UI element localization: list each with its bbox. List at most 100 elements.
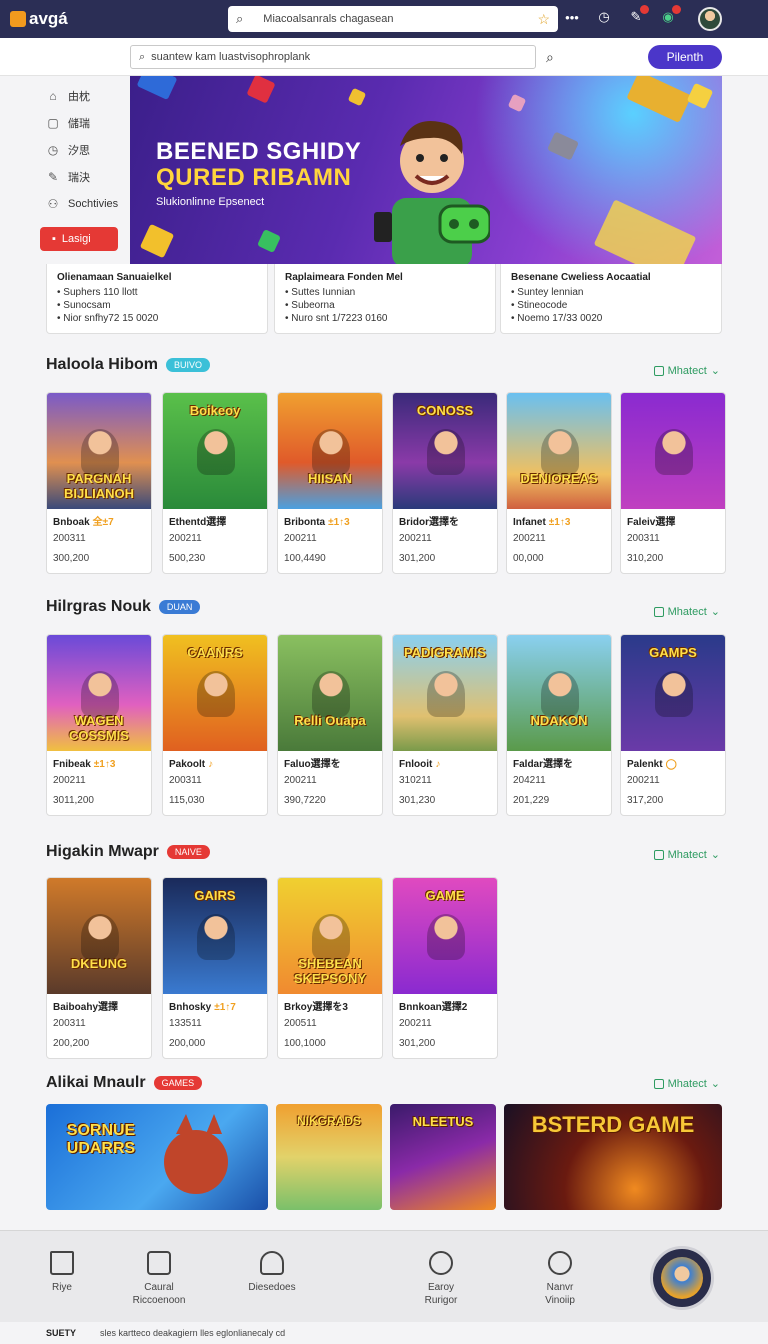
sidebar-item-pen[interactable]: ✎ 瑞決 xyxy=(40,163,124,190)
more-icon[interactable]: ••• xyxy=(562,10,582,25)
floating-profile-avatar[interactable] xyxy=(650,1246,714,1310)
secondary-search-input[interactable]: ⌕ suantew kam luastvisophroplank xyxy=(130,45,536,69)
game-thumbnail[interactable]: PADIGRAMIS xyxy=(393,635,497,751)
game-card[interactable]: Faleiv選擇 200311 310,200 xyxy=(620,392,726,574)
wide-card-title: NIKGRADS xyxy=(296,1114,361,1128)
section-title-text: Haloola Hibom xyxy=(46,356,159,373)
game-card[interactable]: CONOSS Bridor選擇を 200211 301,200 xyxy=(392,392,498,574)
game-meta-line: 133511 xyxy=(169,1018,202,1029)
search-icon: ⌕ xyxy=(139,50,146,63)
game-thumbnail[interactable] xyxy=(621,393,725,509)
game-thumbnail-title: GAIRS xyxy=(194,888,236,903)
game-character-illustration xyxy=(81,914,119,960)
star-icon[interactable]: ☆ xyxy=(537,11,550,28)
sidebar-item-home[interactable]: ⌂ 由枕 xyxy=(40,82,124,109)
hero-banner[interactable]: BEENED SGHIDY QURED RIBAMN Slukionlinne … xyxy=(130,76,722,264)
wide-game-card[interactable]: BSTERD GAME xyxy=(504,1104,722,1210)
section-pill: NAIVE xyxy=(166,845,210,859)
game-card[interactable]: DENIOREAS Infanet ±1↑3 200211 00,000 xyxy=(506,392,612,574)
game-card[interactable]: PARGNAH BIJLIANOH Bnboak 全±7 200311 300,200 xyxy=(46,392,152,574)
section-more-link[interactable]: Mhatect ⌄ xyxy=(653,1077,720,1090)
user-avatar[interactable] xyxy=(698,7,722,31)
wide-game-card[interactable]: NLEETUS xyxy=(390,1104,496,1210)
news-card[interactable]: Olienamaan Sanuaielkel Suphers 110 llott… xyxy=(46,264,268,334)
bottom-nav-trophy[interactable]: Diesedoes xyxy=(244,1251,300,1294)
top-search-input[interactable]: ⌕ Miacoalsanrals chagasean ☆ xyxy=(228,6,558,32)
game-card[interactable]: PADIGRAMIS Fnlooit ♪ 310211 301,230 xyxy=(392,634,498,816)
game-thumbnail[interactable]: Relli Ouapa xyxy=(278,635,382,751)
game-card[interactable]: HIISAN Bribonta ±1↑3 200211 100,4490 xyxy=(277,392,383,574)
section-more-link[interactable]: Mhatect ⌄ xyxy=(653,364,720,377)
clock-icon[interactable]: ◷ xyxy=(594,9,614,25)
game-name: Fnlooit xyxy=(399,759,433,770)
game-thumbnail[interactable]: GAME xyxy=(393,878,497,994)
wide-game-card[interactable]: SORNUE UDARRS xyxy=(46,1104,268,1210)
game-card[interactable]: SHEBEAN SKEPSONY Brkoy選擇を3 200511 100,1000 xyxy=(277,877,383,1059)
house-icon xyxy=(50,1251,74,1275)
section-more-link[interactable]: Mhatect ⌄ xyxy=(653,605,720,618)
sidebar-item-clock[interactable]: ◷ 汐思 xyxy=(40,136,124,163)
section-more-link[interactable]: Mhatect ⌄ xyxy=(653,848,720,861)
bottom-nav-label: Diesedoes xyxy=(248,1282,296,1293)
people-icon: ⚇ xyxy=(47,196,59,211)
app-logo[interactable]: avgá xyxy=(10,9,190,29)
game-tag: ±1↑7 xyxy=(214,1002,236,1013)
section-pill: DUAN xyxy=(158,600,201,614)
game-card[interactable]: GAMPS Palenkt ◯ 200211 317,200 xyxy=(620,634,726,816)
wide-game-card[interactable]: NIKGRADS xyxy=(276,1104,382,1210)
game-card[interactable]: CAANRS Pakoolt ♪ 200311 115,030 xyxy=(162,634,268,816)
search-button-icon[interactable]: ⌕ xyxy=(546,49,554,66)
game-thumbnail[interactable]: DENIOREAS xyxy=(507,393,611,509)
sidebar-item-people[interactable]: ⚇ Sochtivies xyxy=(40,190,124,217)
sidebar-action-button[interactable]: ▪ Lasigi xyxy=(40,227,118,251)
game-meta-line: 3011,200 xyxy=(53,795,94,806)
game-card[interactable]: Boikeoy Ethentd選擇 200211 500,230 xyxy=(162,392,268,574)
game-card[interactable]: DKEUNG Baiboahy選擇 200311 200,200 xyxy=(46,877,152,1059)
news-line: Stineocode xyxy=(511,299,711,312)
game-thumbnail[interactable]: HIISAN xyxy=(278,393,382,509)
game-thumbnail[interactable]: NDAKON xyxy=(507,635,611,751)
bottom-nav-calculator[interactable]: Caural Riccoenoon xyxy=(128,1251,190,1307)
sidebar-item-label: 汐思 xyxy=(68,144,90,157)
chevron-down-icon: ⌄ xyxy=(710,606,720,618)
game-thumbnail[interactable]: PARGNAH BIJLIANOH xyxy=(47,393,151,509)
game-thumbnail[interactable]: WAGEN COSSMIS xyxy=(47,635,151,751)
game-meta-line: 200,000 xyxy=(169,1038,206,1049)
news-line: Subeorna xyxy=(285,299,485,312)
game-name: Bridor選擇を xyxy=(399,517,459,528)
bottom-nav-heart[interactable]: Earoy Rurigor xyxy=(418,1251,464,1307)
decor-cube xyxy=(593,199,697,264)
game-card[interactable]: NDAKON Faldar選擇を 204211 201,229 xyxy=(506,634,612,816)
section-title: Hilrgras Nouk DUAN xyxy=(46,598,201,616)
trophy-icon[interactable]: ◉ xyxy=(658,5,681,25)
game-card[interactable]: WAGEN COSSMIS Fnibeak ±1↑3 200211 3011,200 xyxy=(46,634,152,816)
bottom-nav-home[interactable]: Riye xyxy=(44,1251,80,1294)
news-card[interactable]: Besenane Cweliess Aocaatial Suntey lenni… xyxy=(500,264,722,334)
footer-brand: SUETY xyxy=(46,1328,77,1338)
news-line: Noemo 17/33 0020 xyxy=(511,312,711,325)
news-card[interactable]: Raplaimeara Fonden Mel Suttes Iunnian Su… xyxy=(274,264,496,334)
game-meta-line: 200211 xyxy=(627,775,660,786)
game-thumbnail[interactable]: CAANRS xyxy=(163,635,267,751)
game-thumbnail[interactable]: GAIRS xyxy=(163,878,267,994)
more-label: Mhatect xyxy=(667,848,707,861)
news-line: Nuro snt 1/7223 0160 xyxy=(285,312,485,325)
game-meta-line: 200211 xyxy=(53,775,86,786)
bottom-nav-search[interactable]: Nanvr Vinoiip xyxy=(536,1251,584,1307)
news-line: Nior snfhy72 15 0020 xyxy=(57,312,257,325)
section-title: Haloola Hibom BUIVO xyxy=(46,356,211,374)
game-card[interactable]: Relli Ouapa Faluo選擇を 200211 390,7220 xyxy=(277,634,383,816)
game-thumbnail[interactable]: GAMPS xyxy=(621,635,725,751)
game-card[interactable]: GAME Bnnkoan選擇2 200211 301,200 xyxy=(392,877,498,1059)
game-card[interactable]: GAIRS Bnhosky ±1↑7 133511 200,000 xyxy=(162,877,268,1059)
game-character-illustration xyxy=(197,914,235,960)
game-character-illustration xyxy=(655,671,693,717)
sidebar-item-box[interactable]: ▢ 儲瑞 xyxy=(40,109,124,136)
game-thumbnail[interactable]: DKEUNG xyxy=(47,878,151,994)
game-tag: ±1↑3 xyxy=(548,517,571,528)
gamepad-icon[interactable]: ✎ xyxy=(626,5,649,25)
game-thumbnail[interactable]: CONOSS xyxy=(393,393,497,509)
game-thumbnail[interactable]: SHEBEAN SKEPSONY xyxy=(278,878,382,994)
primary-button[interactable]: Pilenth xyxy=(648,45,722,69)
game-thumbnail[interactable]: Boikeoy xyxy=(163,393,267,509)
